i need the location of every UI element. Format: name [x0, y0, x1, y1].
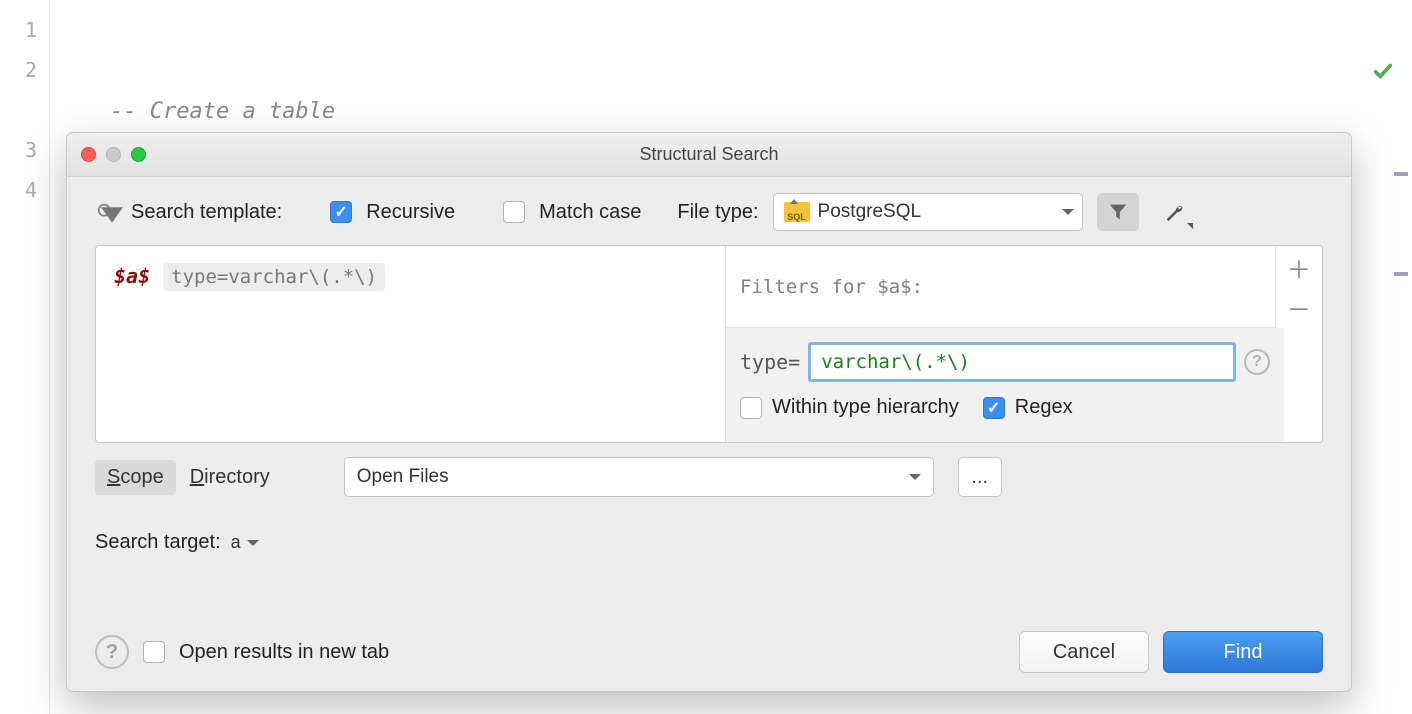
search-target-label: Search target: [95, 531, 221, 554]
scope-browse-button[interactable]: ... [958, 457, 1002, 497]
open-results-new-tab-checkbox[interactable] [143, 641, 165, 663]
filter-toggle-button[interactable] [1097, 193, 1139, 231]
template-hint-chip: type=varchar\(.*\) [163, 263, 385, 291]
line-number: 1 [0, 10, 37, 50]
close-window-icon[interactable] [81, 147, 96, 162]
scope-select-value: Open Files [357, 466, 909, 488]
file-type-value: PostgreSQL [818, 201, 1054, 223]
sql-comment: -- Create a table [110, 99, 335, 124]
match-case-checkbox[interactable] [503, 201, 525, 223]
error-stripe[interactable] [1394, 92, 1408, 372]
cancel-button[interactable]: Cancel [1019, 631, 1149, 673]
add-filter-button[interactable]: ＋ [1284, 252, 1314, 282]
file-type-dropdown[interactable]: SQL PostgreSQL [773, 193, 1083, 231]
search-template-label: Search template: [131, 201, 282, 224]
window-controls [81, 147, 146, 162]
minimize-window-icon[interactable] [106, 147, 121, 162]
scope-toggle[interactable]: Scope [95, 460, 176, 495]
chevron-down-icon [1187, 223, 1193, 229]
within-hierarchy-checkbox[interactable] [740, 397, 762, 419]
recursive-checkbox[interactable] [330, 201, 352, 223]
help-icon[interactable]: ? [1244, 349, 1270, 375]
template-panes: $a$ type=varchar\(.*\) Filters for $a$: … [95, 245, 1323, 443]
gutter: 1 2 3 4 [0, 0, 50, 714]
dialog-title: Structural Search [67, 144, 1351, 165]
type-equals-label: type= [740, 350, 800, 374]
chevron-down-icon [1062, 209, 1074, 215]
line-number: 3 [0, 130, 37, 170]
within-hierarchy-label: Within type hierarchy [772, 396, 959, 419]
sql-file-icon: SQL [784, 202, 810, 222]
structural-search-dialog: Structural Search Search template: Recur… [66, 132, 1352, 692]
match-case-label: Match case [539, 201, 641, 224]
directory-toggle[interactable]: Directory [190, 466, 270, 489]
help-button[interactable]: ? [95, 635, 129, 669]
open-results-label: Open results in new tab [179, 641, 389, 664]
maximize-window-icon[interactable] [131, 147, 146, 162]
dialog-titlebar[interactable]: Structural Search [67, 133, 1351, 177]
line-number: 4 [0, 170, 37, 210]
find-button[interactable]: Find [1163, 631, 1323, 673]
template-variable: $a$ [114, 264, 150, 288]
chevron-down-icon [247, 540, 259, 546]
tools-menu-button[interactable] [1153, 193, 1195, 231]
template-editor[interactable]: $a$ type=varchar\(.*\) [96, 246, 726, 442]
recursive-label: Recursive [366, 201, 455, 224]
file-type-label: File type: [677, 201, 758, 224]
type-filter-input[interactable] [808, 342, 1236, 382]
chevron-down-icon [909, 474, 921, 480]
status-ok-icon [1293, 16, 1394, 136]
line-number: 2 [0, 50, 37, 90]
regex-label: Regex [1015, 396, 1073, 419]
search-icon[interactable] [95, 201, 117, 223]
scope-select[interactable]: Open Files [344, 457, 934, 497]
regex-checkbox[interactable] [983, 397, 1005, 419]
search-target-dropdown[interactable]: a [231, 532, 259, 553]
